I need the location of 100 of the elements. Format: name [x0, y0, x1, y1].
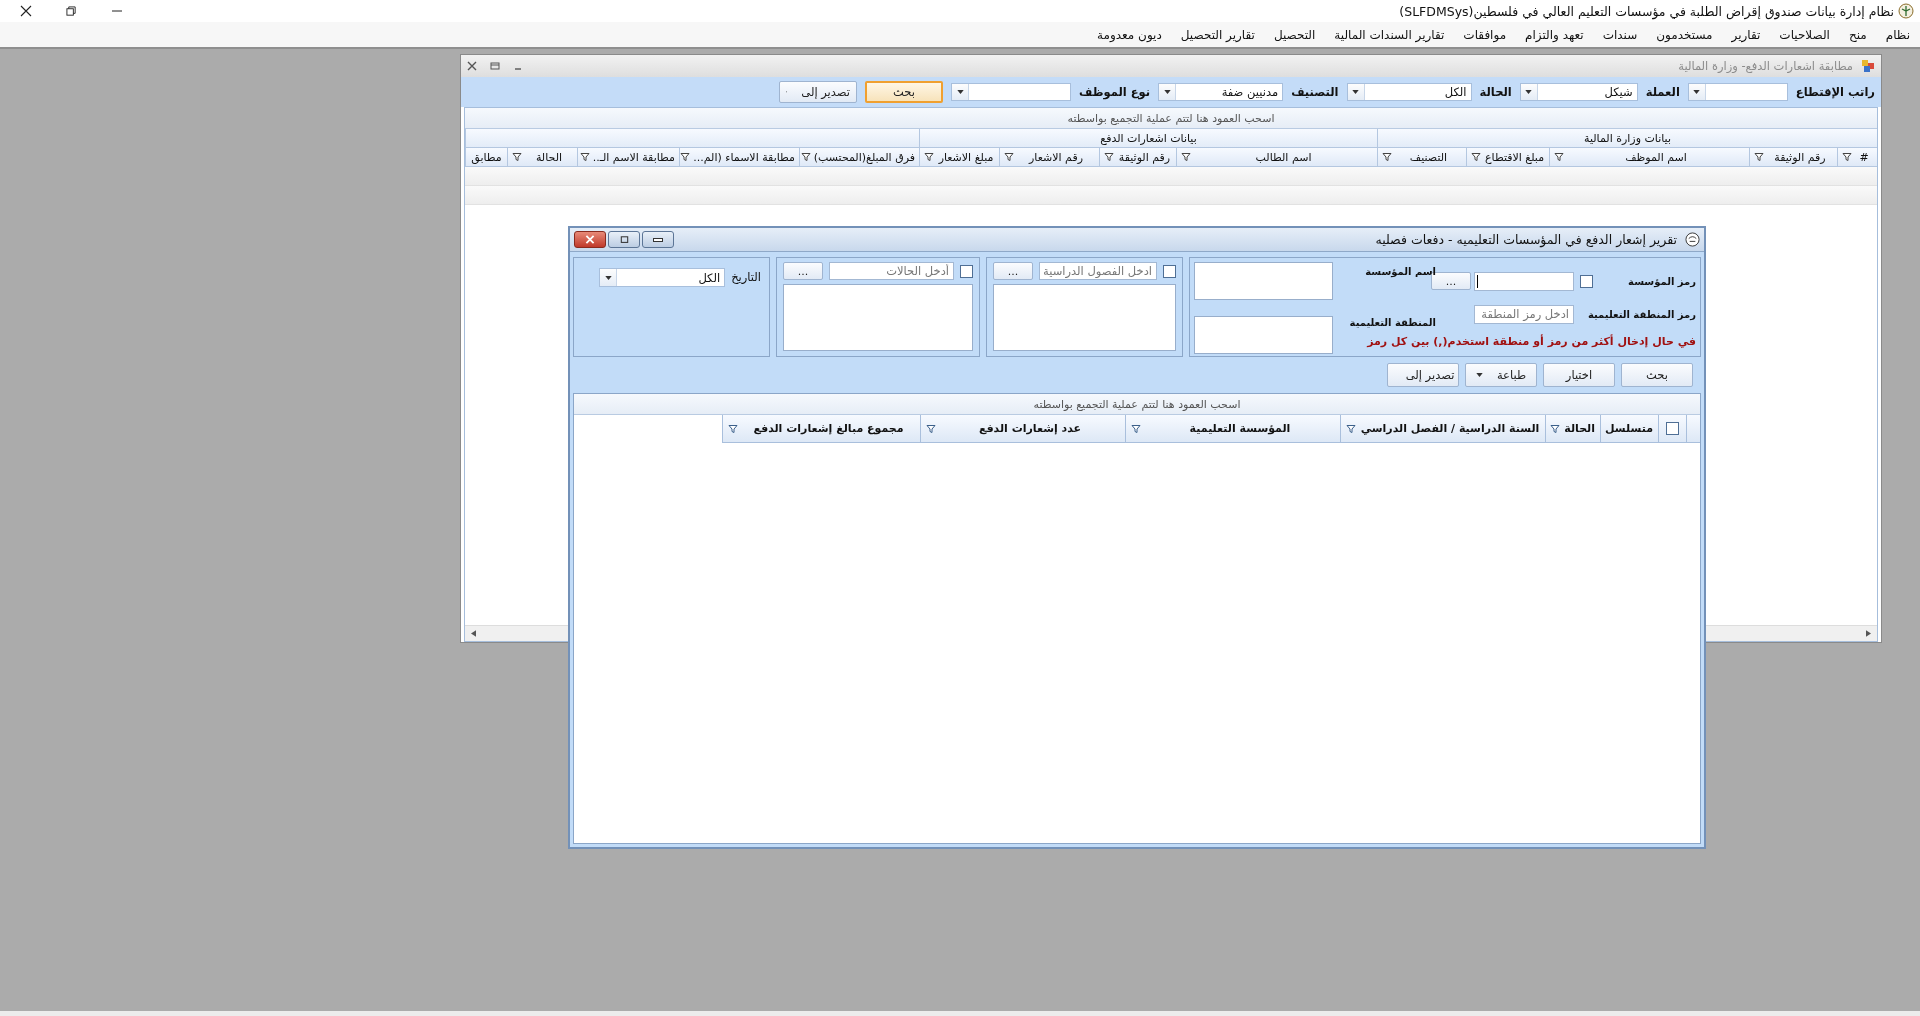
- filter-icon[interactable]: [579, 152, 590, 162]
- filter-label: نوع الموظف: [1079, 85, 1151, 99]
- close-icon[interactable]: [467, 61, 477, 71]
- window-title: تقرير إشعار الدفع في المؤسسات التعليميه - دفعات فصليه: [1375, 232, 1677, 247]
- menu-item[interactable]: تقارير: [1731, 27, 1761, 42]
- filter-label: التصنيف: [1291, 85, 1339, 99]
- filter-icon[interactable]: [512, 152, 522, 162]
- scroll-left-icon[interactable]: [471, 630, 476, 637]
- column-header[interactable]: التصنيف: [1377, 148, 1466, 167]
- checkbox[interactable]: [1580, 274, 1593, 288]
- filter-icon[interactable]: [924, 152, 934, 162]
- text-field[interactable]: ادخل رمز المنطقة: [1474, 304, 1574, 324]
- browse-button[interactable]: ...: [783, 262, 823, 280]
- window-icon: [1685, 232, 1700, 247]
- column-header[interactable]: الحالة: [507, 148, 577, 167]
- field-label: المنطقة التعليمية: [1348, 317, 1436, 328]
- text-field[interactable]: ادخل الفصول الدراسية: [1039, 262, 1157, 280]
- band-header: بيانات اشعارات الدفع: [919, 129, 1377, 148]
- column-header[interactable]: السنة الدراسية / الفصل الدراسي: [1340, 415, 1545, 443]
- menu-item[interactable]: سندات: [1602, 27, 1638, 42]
- minimize-icon: [653, 237, 663, 242]
- group-panel: اسحب العمود هنا لتتم عملية التجميع بواسطته: [574, 394, 1700, 415]
- restore-icon[interactable]: [490, 61, 500, 71]
- column-header[interactable]: رقم الاشعار: [999, 148, 1099, 167]
- menu-item[interactable]: التحصيل: [1273, 27, 1316, 42]
- column-header[interactable]: عدد إشعارات الدفع: [920, 415, 1125, 443]
- dropdown[interactable]: شيكل: [1519, 83, 1638, 101]
- filter-label: راتب الإقتطاع: [1795, 85, 1875, 99]
- column-header[interactable]: فرق المبلغ(المحتسب): [799, 148, 919, 167]
- column-header[interactable]: مطابقة الاسماء (الم...: [679, 148, 799, 167]
- filter-icon[interactable]: [1181, 152, 1191, 162]
- dropdown[interactable]: الكل: [599, 268, 726, 287]
- band-header: بيانات وزارة المالية: [1377, 129, 1877, 148]
- dropdown-button[interactable]: تصدير إلى: [1387, 363, 1459, 387]
- browse-button[interactable]: ...: [993, 262, 1033, 280]
- checkbox[interactable]: [1666, 422, 1679, 435]
- filter-icon[interactable]: [800, 152, 811, 162]
- search-button[interactable]: بحث: [865, 81, 944, 103]
- minimize-button[interactable]: [642, 231, 674, 248]
- filter-icon[interactable]: [1346, 423, 1356, 434]
- column-header[interactable]: المؤسسة التعليمية: [1125, 415, 1340, 443]
- checkbox[interactable]: [960, 264, 973, 278]
- window-title: مطابقة اشعارات الدفع- وزارة المالية: [1678, 59, 1853, 73]
- close-icon: [585, 235, 595, 244]
- text-field[interactable]: [1474, 271, 1574, 291]
- dropdown[interactable]: الكل: [1346, 83, 1472, 101]
- column-header[interactable]: رقم الوثيقة: [1099, 148, 1176, 167]
- window-icon: [1861, 59, 1875, 73]
- action-button[interactable]: اختيار: [1543, 363, 1615, 387]
- column-header[interactable]: اسم الموظف: [1549, 148, 1749, 167]
- filter-icon[interactable]: [1550, 423, 1561, 434]
- column-header[interactable]: متسلسل: [1600, 415, 1658, 443]
- column-header[interactable]: مبلغ الاشعار: [919, 148, 999, 167]
- restore-icon[interactable]: [66, 5, 77, 17]
- checkbox[interactable]: [1163, 264, 1176, 278]
- menu-item[interactable]: نظام: [1885, 27, 1910, 42]
- menu-item[interactable]: الصلاحيات: [1779, 27, 1830, 42]
- text-cursor: [1477, 274, 1478, 288]
- column-header[interactable]: مبلغ الاقتطاع: [1466, 148, 1549, 167]
- filter-icon[interactable]: [1104, 152, 1114, 162]
- filter-icon[interactable]: [1842, 152, 1852, 162]
- dropdown-button[interactable]: تصدير إلى: [779, 81, 858, 103]
- menu-item[interactable]: موافقات: [1463, 27, 1507, 42]
- column-header[interactable]: رقم الوثيقة: [1749, 148, 1837, 167]
- filter-label: الحالة: [1479, 85, 1512, 99]
- filter-icon[interactable]: [926, 423, 936, 434]
- field-label: رمز المنطقة التعليمية: [1586, 308, 1696, 320]
- dropdown[interactable]: مدنيين ضفة: [1158, 83, 1284, 101]
- dropdown-button[interactable]: طباعة: [1465, 363, 1537, 387]
- filter-icon[interactable]: [1554, 152, 1564, 162]
- close-icon[interactable]: [20, 5, 32, 17]
- app-logo-icon: [1898, 3, 1914, 19]
- menu-item[interactable]: تعهد والتزام: [1525, 27, 1584, 42]
- field-label: التاريخ: [731, 269, 761, 284]
- action-button[interactable]: بحث: [1621, 363, 1693, 387]
- field-label: رمز المؤسسة: [1627, 275, 1696, 287]
- scroll-right-icon[interactable]: [1866, 630, 1871, 637]
- filter-icon[interactable]: [680, 152, 691, 162]
- maximize-button[interactable]: [608, 231, 640, 248]
- filter-icon[interactable]: [1754, 152, 1764, 162]
- filter-icon[interactable]: [728, 423, 738, 434]
- menu-item[interactable]: ديون معدومة: [1097, 27, 1162, 42]
- column-header[interactable]: مطابق: [465, 148, 507, 167]
- menu-item[interactable]: منح: [1848, 27, 1867, 42]
- hint-text: في حال إدخال أكثر من رمز أو منطقة استخدم(,) بين كل رمز: [1367, 334, 1696, 348]
- menu-item[interactable]: مستخدمون: [1656, 27, 1713, 42]
- close-button[interactable]: [574, 231, 606, 248]
- text-field[interactable]: أدخل الحالات: [829, 262, 954, 280]
- column-header[interactable]: مجموع مبالغ إشعارات الدفع: [722, 415, 920, 443]
- menu-item[interactable]: تقارير التحصيل: [1180, 27, 1255, 42]
- column-header[interactable]: مطابقة الاسم الـ..: [577, 148, 679, 167]
- filter-icon[interactable]: [1004, 152, 1014, 162]
- menu-item[interactable]: تقارير السندات المالية: [1334, 27, 1445, 42]
- app-title: نظام إدارة بيانات صندوق إقراض الطلبة في مؤسسات التعليم العالي في فلسطين(SLFDMSys): [1399, 3, 1894, 19]
- filter-icon[interactable]: [1471, 152, 1481, 162]
- column-header[interactable]: اسم الطالب: [1176, 148, 1377, 167]
- column-header[interactable]: #: [1837, 148, 1877, 167]
- filter-icon[interactable]: [1131, 423, 1141, 434]
- column-header[interactable]: الحالة: [1545, 415, 1600, 443]
- filter-icon[interactable]: [1382, 152, 1392, 162]
